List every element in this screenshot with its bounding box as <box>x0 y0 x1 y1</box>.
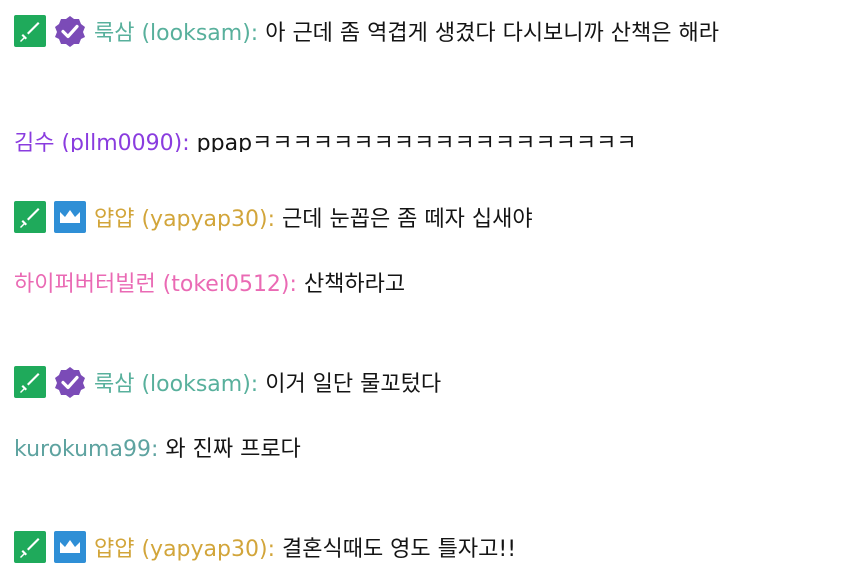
chat-separator: : <box>182 131 190 152</box>
chat-message-text: 산책하라고 <box>296 272 406 297</box>
chat-message: 얍얍 (yapyap30): 근데 눈꼽은 좀 떼자 십새야 <box>14 200 836 240</box>
crown-icon[interactable] <box>54 201 86 233</box>
chat-message: 얍얍 (yapyap30): 결혼식때도 영도 틀자고!! <box>14 530 836 570</box>
moderator-sword-icon[interactable] <box>14 366 46 398</box>
chat-separator: : <box>267 207 275 232</box>
chat-message: 룩삼 (looksam): 아 근데 좀 역겹게 생겼다 다시보니까 산책은 해… <box>14 14 774 54</box>
chat-message-text: 이거 일단 물꼬텄다 <box>258 372 442 397</box>
moderator-sword-icon[interactable] <box>14 531 46 563</box>
chat-username[interactable]: 하이퍼버터빌런 (tokei0512) <box>14 272 290 297</box>
chat-message: 김수 (pllm0090): ppapㅋㅋㅋㅋㅋㅋㅋㅋㅋㅋㅋㅋㅋㅋㅋㅋㅋㅋㅋ <box>14 130 836 152</box>
chat-username[interactable]: 김수 (pllm0090) <box>14 131 182 152</box>
chat-message: 하이퍼버터빌런 (tokei0512): 산책하라고 <box>14 265 836 305</box>
verified-check-icon[interactable] <box>54 366 86 398</box>
chat-username[interactable]: 룩삼 (looksam) <box>94 21 251 46</box>
chat-message: kurokuma99: 와 진짜 프로다 <box>14 430 836 470</box>
chat-username[interactable]: 룩삼 (looksam) <box>94 372 251 397</box>
chat-message-text: 아 근데 좀 역겹게 생겼다 다시보니까 산책은 해라 <box>258 21 719 46</box>
chat-username[interactable]: kurokuma99 <box>14 437 151 462</box>
verified-check-icon[interactable] <box>54 15 86 47</box>
chat-message-text: ppapㅋㅋㅋㅋㅋㅋㅋㅋㅋㅋㅋㅋㅋㅋㅋㅋㅋㅋㅋ <box>189 131 637 152</box>
chat-message-text: 근데 눈꼽은 좀 떼자 십새야 <box>275 207 533 232</box>
chat-separator: : <box>289 272 297 297</box>
chat-message-text: 와 진짜 프로다 <box>158 437 301 462</box>
chat-username[interactable]: 얍얍 (yapyap30) <box>94 207 268 232</box>
crown-icon[interactable] <box>54 531 86 563</box>
moderator-sword-icon[interactable] <box>14 201 46 233</box>
moderator-sword-icon[interactable] <box>14 15 46 47</box>
chat-message: 룩삼 (looksam): 이거 일단 물꼬텄다 <box>14 365 836 405</box>
chat-message-text: 결혼식때도 영도 틀자고!! <box>275 537 517 562</box>
chat-username[interactable]: 얍얍 (yapyap30) <box>94 537 268 562</box>
chat-separator: : <box>267 537 275 562</box>
